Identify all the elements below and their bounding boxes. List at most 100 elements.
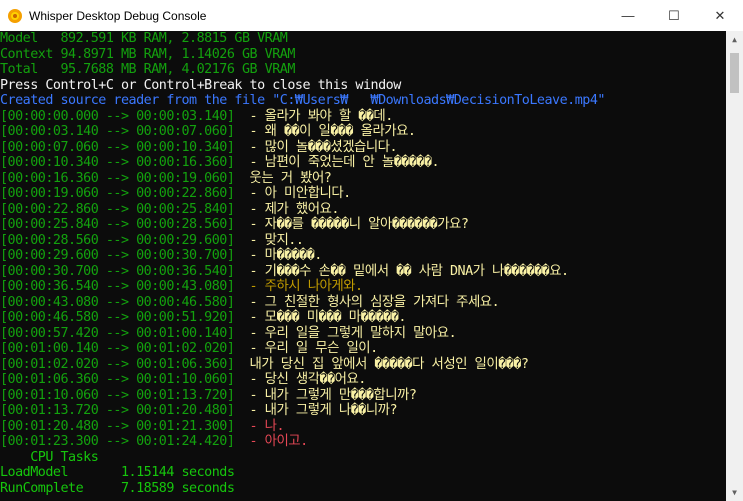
subtitle-text: - 주하시 나아게와.	[234, 279, 364, 294]
minimize-icon: —	[621, 8, 635, 23]
subtitle-line: [00:00:22.860 --> 00:00:25.840] - 제가 했어요…	[0, 202, 726, 218]
header-text: Created source reader from the file "C:₩…	[0, 93, 605, 108]
footer-text: LoadModel 1.15144 seconds	[0, 465, 235, 480]
header-line: Model 892.591 KB RAM, 2.8815 GB VRAM	[0, 31, 726, 47]
subtitle-text: - 많이 놀���셨겠습니다.	[234, 139, 398, 155]
subtitle-text: - 내가 그렇게 만���합니까?	[234, 387, 417, 403]
subtitle-block: [00:00:00.000 --> 00:00:03.140] - 올라가 봐야…	[0, 109, 726, 450]
footer-block: CPU Tasks LoadModel 1.15144 seconds RunCom…	[0, 450, 726, 497]
subtitle-text: - 자��를 �����니 알아������가요?	[234, 217, 469, 232]
subtitle-text: 웃는 거 봤어?	[234, 170, 332, 186]
close-button[interactable]: ✕	[697, 0, 743, 31]
subtitle-text: - 나.	[234, 418, 285, 434]
header-line: Total 95.7688 MB RAM, 4.02176 GB VRAM	[0, 62, 726, 78]
timestamp: [00:00:03.140 --> 00:00:07.060]	[0, 124, 235, 139]
window-title: Whisper Desktop Debug Console	[29, 8, 207, 23]
subtitle-line: [00:00:29.600 --> 00:00:30.700] - 마�����…	[0, 248, 726, 264]
title-bar[interactable]: Whisper Desktop Debug Console — ☐ ✕	[0, 0, 743, 31]
subtitle-text: - 제가 했어요.	[234, 201, 340, 217]
footer-text: CPU Tasks	[0, 449, 99, 465]
timestamp: [00:00:07.060 --> 00:00:10.340]	[0, 139, 235, 155]
close-icon: ✕	[714, 7, 726, 23]
minimize-button[interactable]: —	[605, 0, 651, 31]
console-output[interactable]: Model 892.591 KB RAM, 2.8815 GB VRAM Cont…	[0, 31, 726, 501]
header-text: Model 892.591 KB RAM, 2.8815 GB VRAM	[0, 31, 288, 46]
timestamp: [00:00:46.580 --> 00:00:51.920]	[0, 310, 235, 325]
subtitle-line: [00:00:03.140 --> 00:00:07.060] - 왜 ��이 …	[0, 124, 726, 140]
subtitle-line: [00:00:07.060 --> 00:00:10.340] - 많이 놀��…	[0, 140, 726, 156]
timestamp: [00:00:28.560 --> 00:00:29.600]	[0, 232, 235, 248]
subtitle-text: 내가 당신 집 앞에서 �����다 서성인 일이���?	[234, 356, 529, 372]
footer-line: CPU Tasks	[0, 450, 726, 466]
subtitle-text: - 마�����.	[234, 248, 323, 263]
header-block: Model 892.591 KB RAM, 2.8815 GB VRAM Cont…	[0, 31, 726, 109]
header-text: Context 94.8971 MB RAM, 1.14026 GB VRAM	[0, 46, 295, 62]
subtitle-text: - 당신 생각��어요.	[234, 372, 367, 387]
subtitle-line: [00:00:57.420 --> 00:01:00.140] - 우리 일을 …	[0, 326, 726, 342]
subtitle-line: [00:01:06.360 --> 00:01:10.060] - 당신 생각�…	[0, 372, 726, 388]
timestamp: [00:00:00.000 --> 00:00:03.140]	[0, 108, 235, 124]
scroll-thumb[interactable]	[730, 53, 739, 93]
timestamp: [00:00:36.540 --> 00:00:43.080]	[0, 279, 235, 294]
subtitle-text: - 아 미안합니다.	[234, 186, 352, 201]
chevron-down-icon: ▼	[732, 488, 737, 497]
timestamp: [00:00:57.420 --> 00:01:00.140]	[0, 325, 235, 341]
footer-text: RunComplete 7.18589 seconds	[0, 480, 235, 496]
subtitle-text: - 올라가 봐야 할 ��데.	[234, 108, 394, 124]
timestamp: [00:00:16.360 --> 00:00:19.060]	[0, 170, 235, 186]
header-text: Total 95.7688 MB RAM, 4.02176 GB VRAM	[0, 62, 295, 77]
timestamp: [00:00:25.840 --> 00:00:28.560]	[0, 217, 235, 232]
maximize-icon: ☐	[668, 7, 680, 23]
header-text: Press Control+C or Control+Break to clos…	[0, 77, 401, 93]
timestamp: [00:01:20.480 --> 00:01:21.300]	[0, 418, 235, 434]
scroll-up-button[interactable]: ▲	[726, 31, 743, 48]
subtitle-line: [00:01:10.060 --> 00:01:13.720] - 내가 그렇게…	[0, 388, 726, 404]
subtitle-line: [00:01:23.300 --> 00:01:24.420] - 아이고.	[0, 434, 726, 450]
subtitle-line: [00:01:00.140 --> 00:01:02.020] - 우리 일 무…	[0, 341, 726, 357]
footer-line: RunComplete 7.18589 seconds	[0, 481, 726, 497]
footer-line: LoadModel 1.15144 seconds	[0, 465, 726, 481]
scroll-down-button[interactable]: ▼	[726, 484, 743, 501]
subtitle-line: [00:00:36.540 --> 00:00:43.080] - 주하시 나아…	[0, 279, 726, 295]
subtitle-line: [00:00:16.360 --> 00:00:19.060] 웃는 거 봤어?	[0, 171, 726, 187]
timestamp: [00:00:10.340 --> 00:00:16.360]	[0, 155, 235, 170]
timestamp: [00:01:02.020 --> 00:01:06.360]	[0, 356, 235, 372]
subtitle-line: [00:00:19.060 --> 00:00:22.860] - 아 미안합니…	[0, 186, 726, 202]
timestamp: [00:00:19.060 --> 00:00:22.860]	[0, 186, 235, 201]
subtitle-line: [00:00:28.560 --> 00:00:29.600] - 맞지..	[0, 233, 726, 249]
subtitle-line: [00:00:00.000 --> 00:00:03.140] - 올라가 봐야…	[0, 109, 726, 125]
subtitle-line: [00:01:20.480 --> 00:01:21.300] - 나.	[0, 419, 726, 435]
subtitle-line: [00:00:46.580 --> 00:00:51.920] - 모��� 미…	[0, 310, 726, 326]
vertical-scrollbar[interactable]: ▲ ▼	[726, 31, 743, 501]
subtitle-text: - 아이고.	[234, 434, 309, 449]
timestamp: [00:01:10.060 --> 00:01:13.720]	[0, 387, 235, 403]
timestamp: [00:00:22.860 --> 00:00:25.840]	[0, 201, 235, 217]
subtitle-line: [00:00:25.840 --> 00:00:28.560] - 자��를 �…	[0, 217, 726, 233]
header-line: Context 94.8971 MB RAM, 1.14026 GB VRAM	[0, 47, 726, 63]
subtitle-line: [00:01:02.020 --> 00:01:06.360] 내가 당신 집 …	[0, 357, 726, 373]
subtitle-line: [00:00:43.080 --> 00:00:46.580] - 그 친절한 …	[0, 295, 726, 311]
timestamp: [00:00:43.080 --> 00:00:46.580]	[0, 294, 235, 310]
subtitle-text: - 내가 그렇게 나��니까?	[234, 403, 398, 418]
timestamp: [00:01:13.720 --> 00:01:20.480]	[0, 403, 235, 418]
subtitle-text: - 남편이 죽었는데 안 놀�����.	[234, 155, 440, 170]
timestamp: [00:01:23.300 --> 00:01:24.420]	[0, 434, 235, 449]
console-window: Whisper Desktop Debug Console — ☐ ✕ Mode…	[0, 0, 743, 501]
subtitle-text: - 우리 일을 그렇게 말하지 말아요.	[234, 325, 457, 341]
header-line: Created source reader from the file "C:₩…	[0, 93, 726, 109]
timestamp: [00:01:06.360 --> 00:01:10.060]	[0, 372, 235, 387]
maximize-button[interactable]: ☐	[651, 0, 697, 31]
subtitle-text: - 모��� 미��� 마�����.	[234, 310, 407, 325]
subtitle-line: [00:00:30.700 --> 00:00:36.540] - 기���수 …	[0, 264, 726, 280]
chevron-up-icon: ▲	[732, 35, 737, 44]
app-icon	[8, 8, 22, 23]
subtitle-text: - 우리 일 무슨 일이.	[234, 341, 379, 356]
timestamp: [00:01:00.140 --> 00:01:02.020]	[0, 341, 235, 356]
subtitle-text: - 왜 ��이 일��� 올라가요.	[234, 124, 416, 139]
subtitle-text: - 맞지..	[234, 232, 304, 248]
subtitle-text: - 기���수 손�� 밑에서 �� 사람 DNA가 나������요.	[234, 263, 570, 279]
subtitle-text: - 그 친절한 형사의 심장을 가져다 주세요.	[234, 294, 500, 310]
timestamp: [00:00:30.700 --> 00:00:36.540]	[0, 263, 235, 279]
subtitle-line: [00:00:10.340 --> 00:00:16.360] - 남편이 죽었…	[0, 155, 726, 171]
header-line: Press Control+C or Control+Break to clos…	[0, 78, 726, 94]
